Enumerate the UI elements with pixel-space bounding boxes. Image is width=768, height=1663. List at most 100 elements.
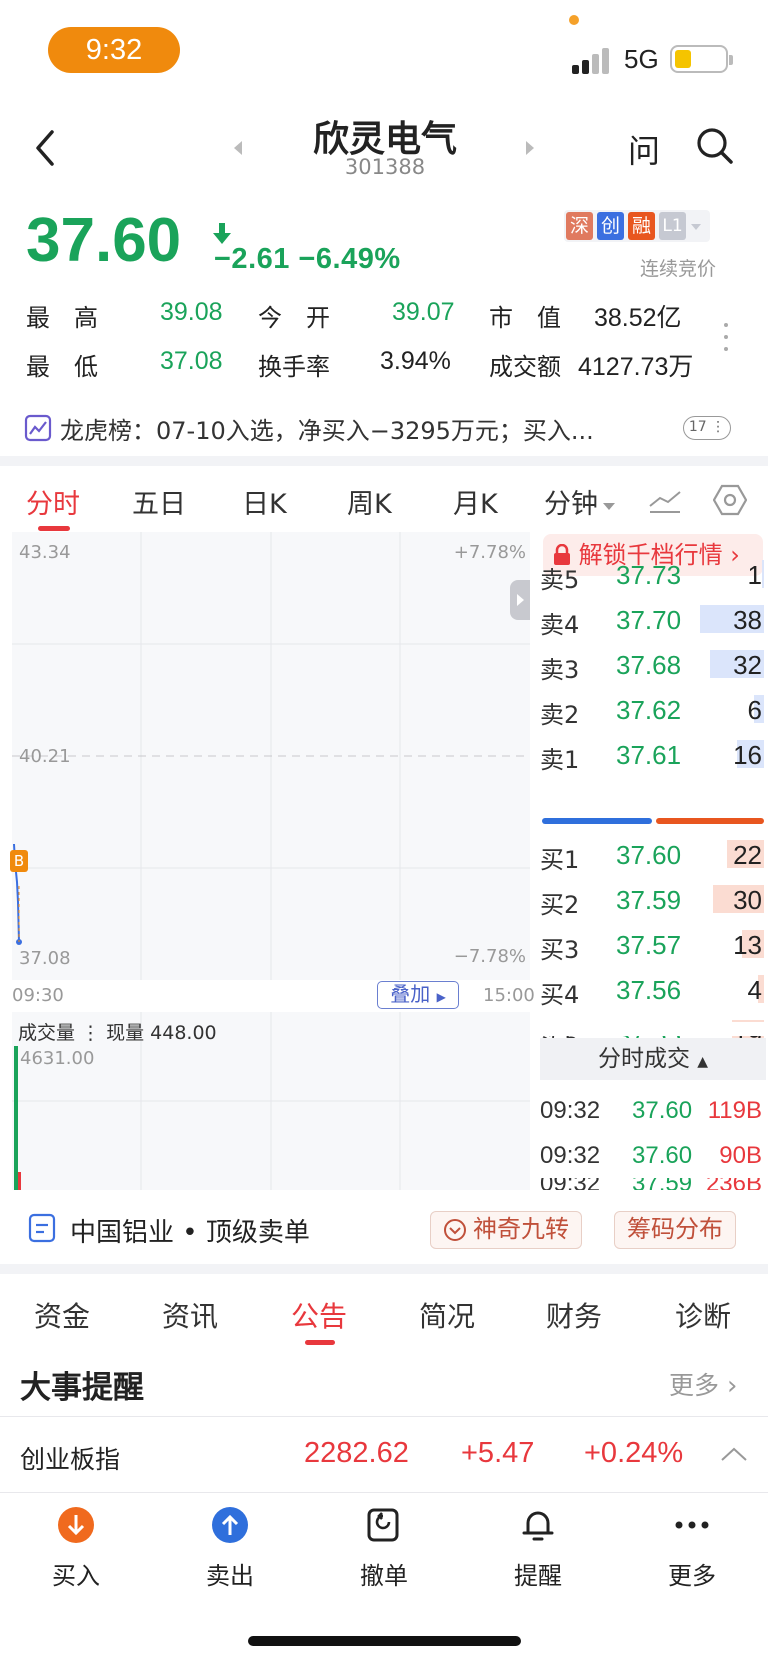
tab-daily-k[interactable]: 日K	[242, 482, 287, 521]
intraday-chart[interactable]: 43.34 40.21 37.08 +7.78% −7.78% B	[10, 532, 530, 980]
level-volume: 30	[733, 885, 762, 915]
level-volume: 16	[733, 740, 762, 770]
tab-weekly-k[interactable]: 周K	[347, 482, 392, 521]
chevron-up-icon[interactable]	[720, 1446, 748, 1462]
network-type: 5G	[624, 44, 659, 74]
sell-button[interactable]: 卖出	[180, 1506, 280, 1591]
tab-intraday[interactable]: 分时	[26, 482, 80, 521]
ask-row[interactable]: 卖4 37.70 38	[540, 599, 768, 639]
level-label: 卖5	[540, 566, 580, 594]
mcap-value: 38.52亿	[594, 304, 682, 332]
index-change-percent: +0.24%	[584, 1437, 684, 1469]
dragon-tiger-count-value: 17	[688, 419, 707, 435]
tab-financials[interactable]: 财务	[546, 1295, 602, 1335]
indicator-lines-icon[interactable]	[648, 488, 682, 514]
chevron-right-icon	[517, 594, 524, 606]
stock-badges[interactable]: 深 创 融 L1	[564, 210, 710, 242]
chevron-down-icon	[603, 502, 615, 510]
events-more-label: 更多	[669, 1371, 720, 1400]
level-price: 37.70	[616, 605, 682, 635]
level-price: 37.73	[616, 560, 682, 590]
document-icon	[28, 1213, 56, 1243]
level-label: 卖2	[540, 701, 580, 729]
dragon-tiger-count[interactable]: 17 ⋮	[683, 416, 731, 440]
tick-price: 37.59	[632, 1178, 692, 1190]
price-change: −2.61 −6.49%	[214, 243, 401, 276]
content-tab-indicator	[305, 1340, 335, 1345]
tick-volume: 90B	[719, 1142, 762, 1169]
ask-row[interactable]: 卖3 37.68 32	[540, 644, 768, 684]
level-volume: 6	[747, 695, 762, 725]
low-value: 37.08	[160, 347, 223, 375]
bid-row[interactable]: 买2 37.59 30	[540, 879, 768, 919]
home-indicator[interactable]	[248, 1636, 521, 1646]
open-value: 39.07	[392, 298, 455, 326]
alert-button[interactable]: 提醒	[488, 1506, 588, 1591]
section-divider	[0, 456, 768, 466]
ask-button[interactable]: 问	[628, 126, 660, 172]
overlay-label: 叠加	[390, 982, 431, 1006]
high-label: 最 高	[26, 304, 98, 332]
bid-row[interactable]: 买3 37.57 13	[540, 924, 768, 964]
ticks-header[interactable]: 分时成交 ▲	[540, 1038, 766, 1080]
tab-news[interactable]: 资讯	[162, 1295, 218, 1335]
depth-bar	[762, 560, 764, 588]
index-name[interactable]: 创业板指	[20, 1440, 120, 1476]
ask-row[interactable]: 卖1 37.61 16	[540, 734, 768, 774]
cancel-order-button[interactable]: 撤单	[334, 1506, 434, 1591]
trade-status: 连续竞价	[640, 258, 717, 280]
level-price: 37.56	[616, 975, 682, 1005]
level-volume: 1	[747, 560, 762, 590]
chevron-down-icon	[691, 224, 701, 230]
tab-five-day[interactable]: 五日	[132, 482, 186, 521]
ask-row[interactable]: 卖5 37.73 1	[540, 554, 768, 594]
amount-label: 成交额	[489, 353, 561, 381]
expand-panel-handle[interactable]	[510, 580, 530, 620]
tab-funds[interactable]: 资金	[34, 1295, 90, 1335]
buy-marker[interactable]: B	[10, 850, 28, 872]
pct-axis-bottom: −7.78%	[453, 946, 526, 967]
more-button[interactable]: 更多	[642, 1506, 742, 1591]
divider	[0, 1416, 768, 1417]
high-value: 39.08	[160, 298, 223, 326]
magic-nine-label: 神奇九转	[473, 1215, 569, 1243]
tab-monthly-k[interactable]: 月K	[453, 482, 498, 521]
battery-icon	[670, 45, 733, 73]
tab-profile[interactable]: 简况	[419, 1295, 475, 1335]
volume-bar	[14, 1046, 18, 1190]
volume-max: 4631.00	[20, 1048, 95, 1069]
buy-button[interactable]: 买入	[26, 1506, 126, 1591]
events-more-link[interactable]: 更多 ›	[669, 1366, 737, 1402]
back-icon[interactable]	[30, 128, 64, 168]
tab-minute[interactable]: 分钟	[544, 482, 616, 521]
volume-title: 成交量 ⋮ 现量 448.00	[18, 1022, 217, 1044]
level-label: 买4	[540, 981, 580, 1009]
buy-label: 买入	[52, 1562, 100, 1590]
current-price: 37.60	[26, 206, 182, 275]
tab-diagnosis[interactable]: 诊断	[675, 1295, 731, 1335]
tab-announcements[interactable]: 公告	[291, 1295, 347, 1335]
bid-row[interactable]: 买1 37.60 22	[540, 834, 768, 874]
bid-ask-ratio-bar	[542, 818, 764, 824]
overlay-button[interactable]: 叠加 ▶	[377, 981, 459, 1009]
news-headline[interactable]: 中国铝业 • 顶级卖单	[70, 1212, 310, 1249]
pct-axis-top: +7.78%	[453, 542, 526, 563]
ask-row[interactable]: 卖2 37.62 6	[540, 689, 768, 729]
prev-stock-icon[interactable]	[233, 141, 243, 155]
low-label: 最 低	[26, 353, 98, 381]
tick-time: 09:32	[540, 1178, 600, 1190]
bid-row[interactable]: 买4 37.56 4	[540, 969, 768, 1009]
search-icon[interactable]	[696, 127, 734, 165]
y-axis-top: 43.34	[19, 542, 71, 563]
buy-arrow-icon	[58, 1507, 94, 1543]
chart-trend-icon	[24, 414, 52, 442]
dragon-tiger-text[interactable]: 龙虎榜：07-10入选，净买入−3295万元；买入...	[60, 411, 650, 446]
chip-distribution-button[interactable]: 筹码分布	[614, 1211, 736, 1249]
more-stats-icon[interactable]	[724, 323, 730, 359]
volume-chart[interactable]: 成交量 ⋮ 现量 448.00 4631.00	[12, 1012, 530, 1190]
settings-icon[interactable]	[713, 484, 747, 516]
level-price: 37.61	[616, 740, 682, 770]
magic-nine-button[interactable]: 神奇九转	[430, 1211, 582, 1249]
next-stock-icon[interactable]	[525, 141, 535, 155]
level-price: 37.60	[616, 840, 682, 870]
